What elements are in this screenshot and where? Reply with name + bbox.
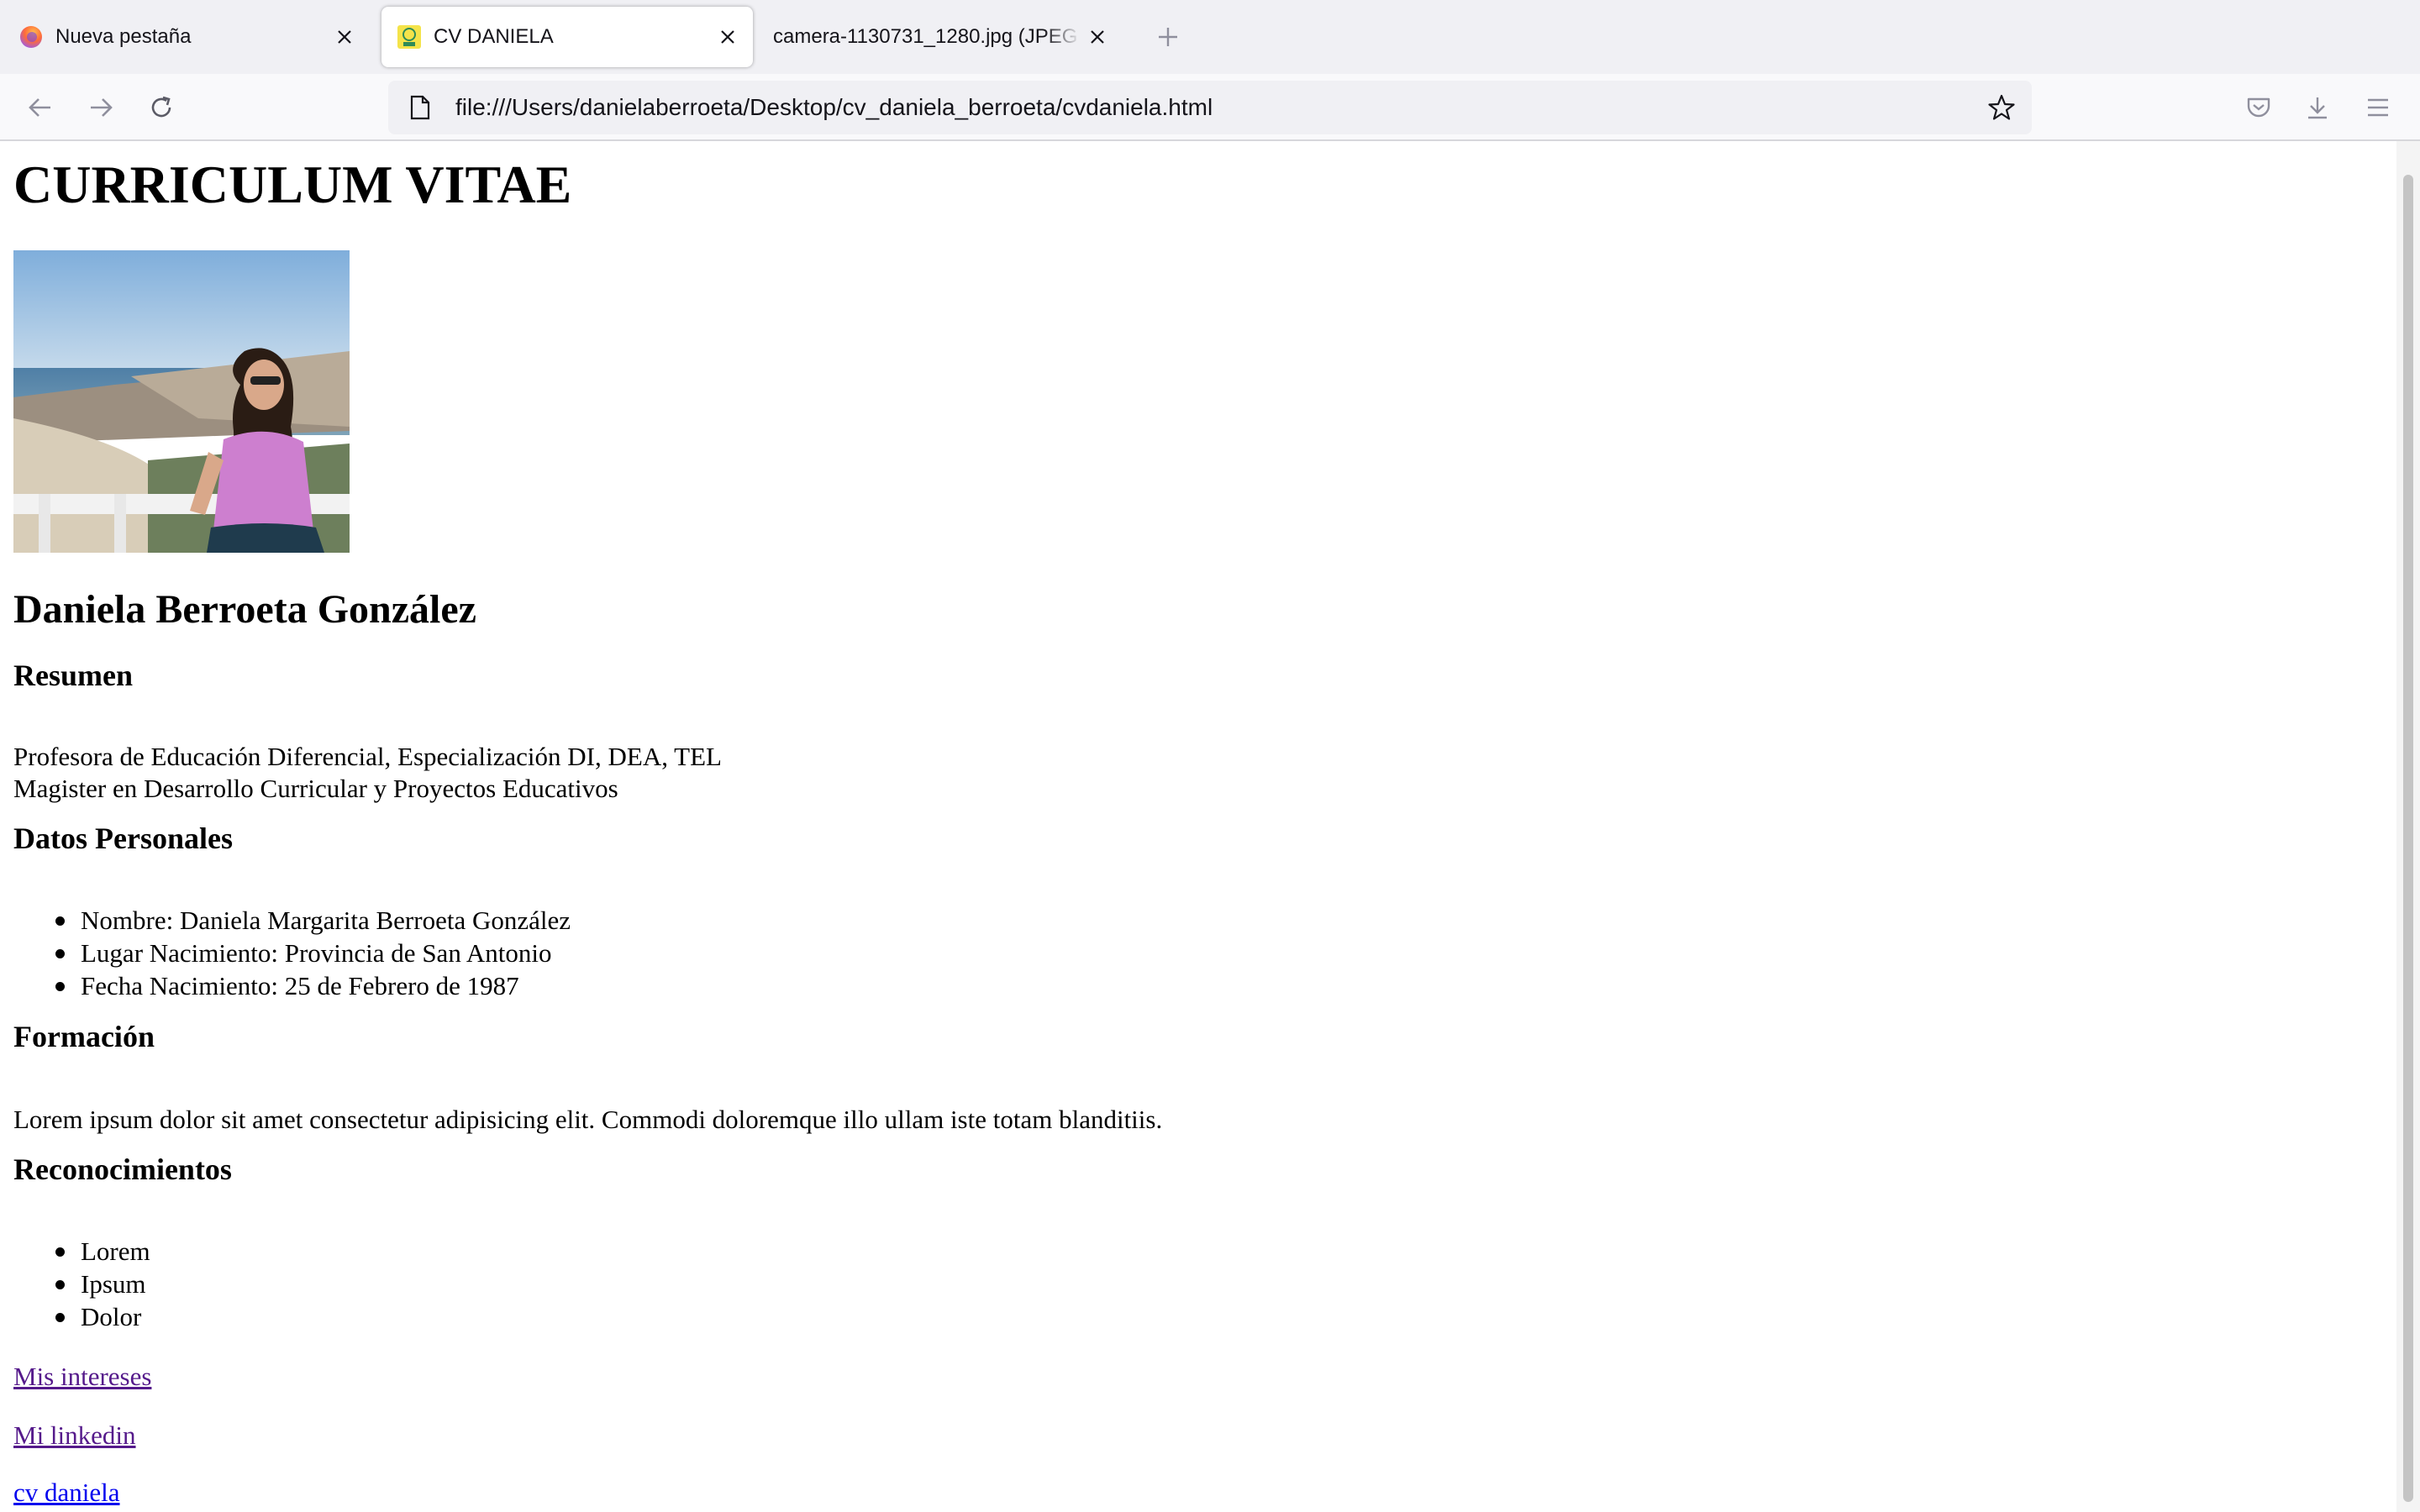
back-button[interactable] xyxy=(22,89,59,126)
arrow-left-icon xyxy=(29,98,50,117)
resumen-line-2: Magister en Desarrollo Curricular y Proy… xyxy=(13,774,618,803)
person-name: Daniela Berroeta González xyxy=(13,587,476,632)
list-item: Ipsum xyxy=(49,1268,150,1300)
close-tab-icon[interactable] xyxy=(328,20,361,54)
list-item: Lorem xyxy=(49,1235,150,1268)
datos-heading: Datos Personales xyxy=(13,822,233,855)
vertical-scrollbar[interactable] xyxy=(2396,141,2420,1512)
plus-icon xyxy=(1159,28,1177,46)
pocket-icon xyxy=(2247,97,2270,118)
list-item: Lugar Nacimiento: Provincia de San Anton… xyxy=(49,937,571,969)
navigation-toolbar: file:///Users/danielaberroeta/Desktop/cv… xyxy=(0,74,2420,141)
tab-nueva-pestana[interactable]: Nueva pestaña xyxy=(3,7,370,67)
download-icon xyxy=(2308,97,2327,119)
page-title: CURRICULUM VITAE xyxy=(13,155,572,214)
tab-cv-daniela[interactable]: CV DANIELA xyxy=(381,7,753,67)
pocket-button[interactable] xyxy=(2240,89,2277,126)
forward-button[interactable] xyxy=(82,89,119,126)
resumen-heading: Resumen xyxy=(13,659,133,692)
cv-favicon-icon xyxy=(397,25,421,49)
formacion-heading: Formación xyxy=(13,1020,155,1053)
close-tab-icon[interactable] xyxy=(1081,20,1114,54)
bookmark-star-icon[interactable] xyxy=(1983,89,2020,126)
reconocimientos-heading: Reconocimientos xyxy=(13,1152,232,1186)
reload-button[interactable] xyxy=(143,89,180,126)
link-cv-daniela[interactable]: cv daniela xyxy=(13,1477,120,1509)
page-content: CURRICULUM VITAE Daniela Berroeta Gonzál… xyxy=(0,141,2396,1512)
resumen-line-1: Profesora de Educación Diferencial, Espe… xyxy=(13,742,722,771)
reload-icon xyxy=(151,96,171,118)
close-tab-icon[interactable] xyxy=(711,20,744,54)
tab-camera-image[interactable]: camera-1130731_1280.jpg (JPEG Ima xyxy=(756,7,1123,67)
firefox-icon xyxy=(20,26,42,48)
url-bar[interactable]: file:///Users/danielaberroeta/Desktop/cv… xyxy=(388,81,2032,134)
page-icon[interactable] xyxy=(402,89,439,126)
link-mis-intereses[interactable]: Mis intereses xyxy=(13,1361,151,1393)
downloads-button[interactable] xyxy=(2299,89,2336,126)
tab-bar: Nueva pestaña CV DANIELA camera-1130731_… xyxy=(0,0,2420,74)
tab-title: CV DANIELA xyxy=(434,25,554,48)
tab-title: camera-1130731_1280.jpg (JPEG Ima xyxy=(773,25,1081,48)
url-text[interactable]: file:///Users/danielaberroeta/Desktop/cv… xyxy=(455,94,1983,121)
reconocimientos-list: Lorem Ipsum Dolor xyxy=(49,1235,150,1333)
list-item: Dolor xyxy=(49,1300,150,1333)
profile-photo xyxy=(13,250,350,553)
formacion-text: Lorem ipsum dolor sit amet consectetur a… xyxy=(13,1105,1163,1134)
menu-button[interactable] xyxy=(2360,89,2396,126)
list-item: Fecha Nacimiento: 25 de Febrero de 1987 xyxy=(49,969,571,1002)
arrow-right-icon xyxy=(91,98,113,117)
hamburger-menu-icon xyxy=(2368,98,2388,117)
scrollbar-thumb[interactable] xyxy=(2403,175,2413,1502)
link-mi-linkedin[interactable]: Mi linkedin xyxy=(13,1420,136,1452)
tab-title: Nueva pestaña xyxy=(55,25,192,48)
list-item: Nombre: Daniela Margarita Berroeta Gonzá… xyxy=(49,904,571,937)
new-tab-button[interactable] xyxy=(1151,20,1185,54)
datos-list: Nombre: Daniela Margarita Berroeta Gonzá… xyxy=(49,904,571,1002)
